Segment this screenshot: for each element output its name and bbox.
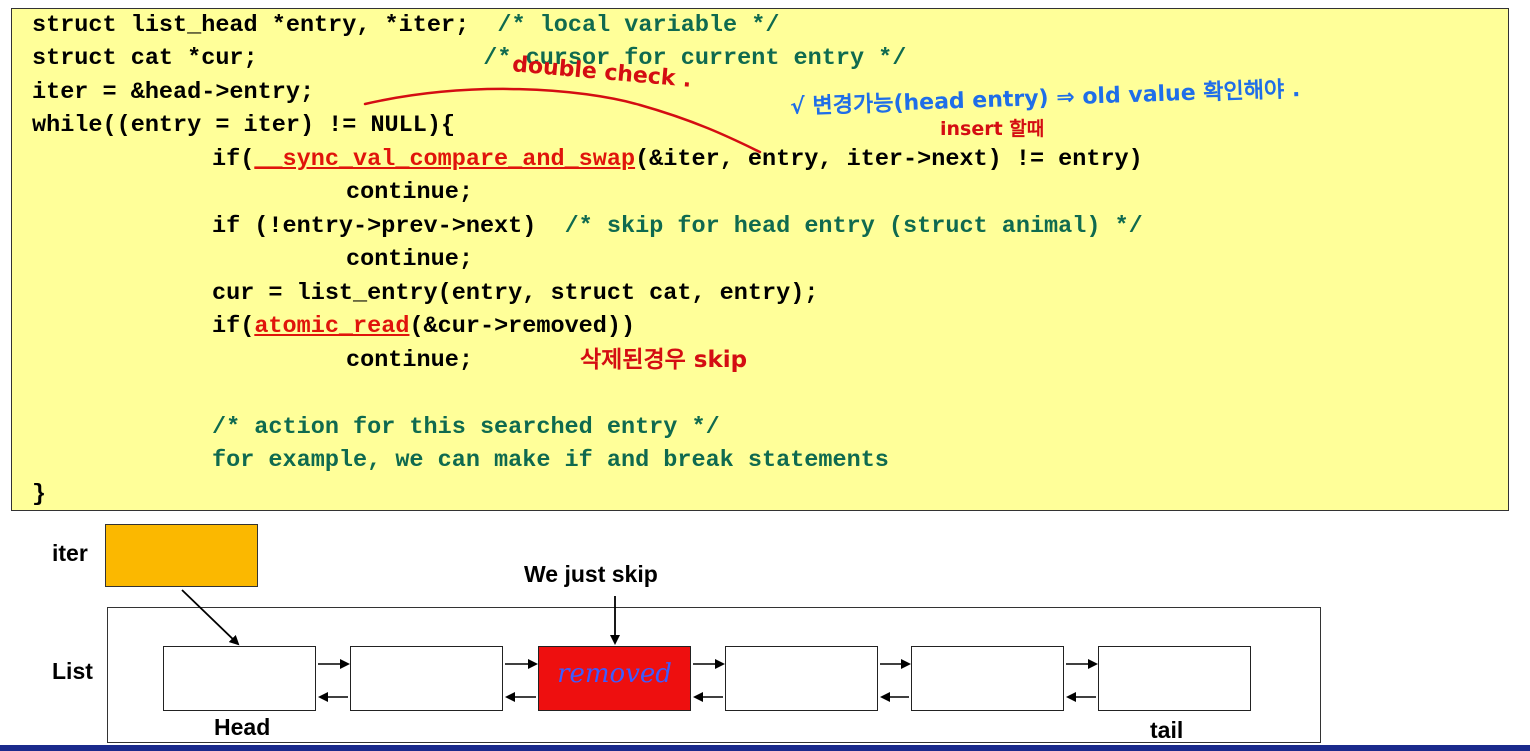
iter-to-head-arrow	[181, 589, 240, 646]
slide-bottom-bar	[0, 745, 1530, 751]
annotation-curve	[363, 87, 762, 154]
diagram-overlay	[181, 87, 1098, 702]
